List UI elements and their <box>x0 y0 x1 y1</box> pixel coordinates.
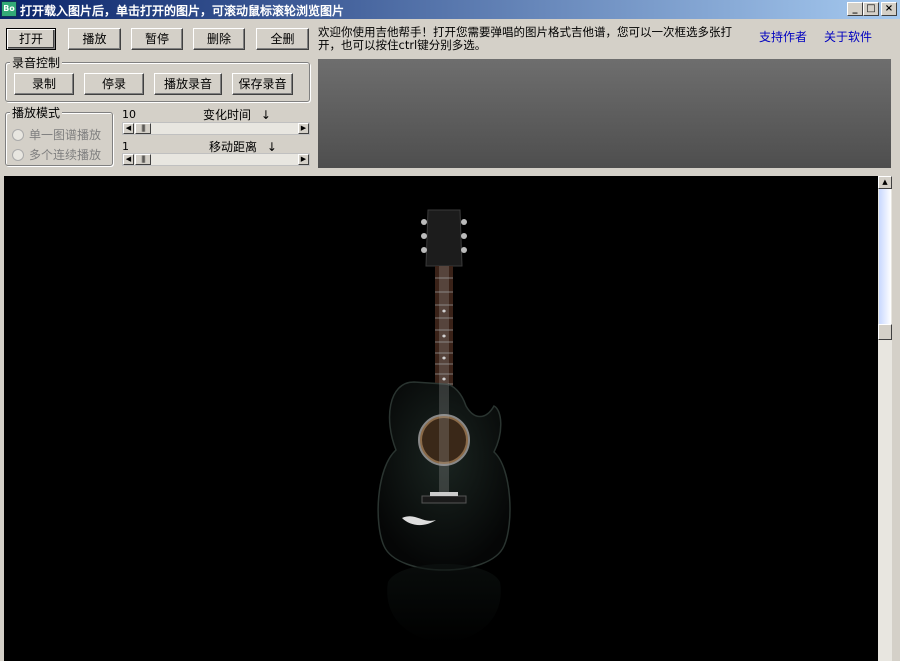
move-distance-thumb[interactable]: ||| <box>135 154 151 165</box>
scroll-left-icon[interactable]: ◀ <box>123 123 134 134</box>
radio-circle-icon <box>12 128 24 141</box>
play-button[interactable]: 播放 <box>68 28 121 50</box>
recording-group-label: 录音控制 <box>10 54 63 71</box>
change-time-thumb[interactable]: ||| <box>135 123 151 134</box>
support-author-link[interactable]: 支持作者 <box>759 28 807 45</box>
guitar-image <box>377 209 511 644</box>
move-distance-slider[interactable]: ◀ ||| ▶ <box>122 153 310 166</box>
continuous-play-radio[interactable]: 多个连续播放 <box>12 146 101 163</box>
continuous-play-label: 多个连续播放 <box>29 148 102 162</box>
delete-all-button[interactable]: 全删 <box>256 28 309 50</box>
window-title: 打开载入图片后，单击打开的图片，可滚动鼠标滚轮浏览图片 <box>20 4 345 18</box>
minimize-button[interactable]: _ <box>847 2 863 16</box>
play-recording-button[interactable]: 播放录音 <box>154 73 222 95</box>
delete-button[interactable]: 删除 <box>193 28 245 50</box>
save-recording-button[interactable]: 保存录音 <box>232 73 293 95</box>
welcome-message: 欢迎你使用吉他帮手！打开您需要弹唱的图片格式吉他谱，您可以一次框选多张打开，也可… <box>318 25 732 52</box>
scroll-up-icon[interactable]: ▲ <box>878 176 892 189</box>
title-bar[interactable]: Bo 打开载入图片后，单击打开的图片，可滚动鼠标滚轮浏览图片 _ □ × <box>0 0 900 19</box>
app-window: Bo 打开载入图片后，单击打开的图片，可滚动鼠标滚轮浏览图片 _ □ × 打开 … <box>0 0 900 661</box>
change-time-value: 10 <box>122 108 136 121</box>
pause-button[interactable]: 暂停 <box>131 28 183 50</box>
open-button[interactable]: 打开 <box>6 28 56 50</box>
scroll-track[interactable] <box>879 189 891 326</box>
about-software-link[interactable]: 关于软件 <box>824 28 872 45</box>
arrow-down-icon: ↓ <box>266 140 277 154</box>
change-time-text: 变化时间 <box>203 108 252 122</box>
maximize-button[interactable]: □ <box>863 2 879 16</box>
vertical-scrollbar[interactable]: ▲ <box>878 176 892 661</box>
move-distance-text: 移动距离 <box>209 140 258 154</box>
arrow-down-icon: ↓ <box>260 108 271 122</box>
radio-circle-icon <box>12 148 24 161</box>
close-button[interactable]: × <box>881 2 897 16</box>
scroll-right-icon[interactable]: ▶ <box>298 154 309 165</box>
scroll-thumb[interactable] <box>878 324 892 340</box>
stop-record-button[interactable]: 停录 <box>84 73 144 95</box>
change-time-label: 变化时间 ↓ <box>203 106 271 123</box>
app-icon: Bo <box>1 1 17 17</box>
change-time-slider[interactable]: ◀ ||| ▶ <box>122 122 310 135</box>
single-play-radio[interactable]: 单一图谱播放 <box>12 126 101 143</box>
single-play-label: 单一图谱播放 <box>29 128 102 142</box>
move-distance-value: 1 <box>122 140 129 153</box>
scroll-right-icon[interactable]: ▶ <box>298 123 309 134</box>
image-viewer[interactable] <box>4 176 878 661</box>
scroll-left-icon[interactable]: ◀ <box>123 154 134 165</box>
record-button[interactable]: 录制 <box>14 73 74 95</box>
play-mode-group-label: 播放模式 <box>10 104 63 121</box>
preview-panel[interactable] <box>318 59 891 168</box>
